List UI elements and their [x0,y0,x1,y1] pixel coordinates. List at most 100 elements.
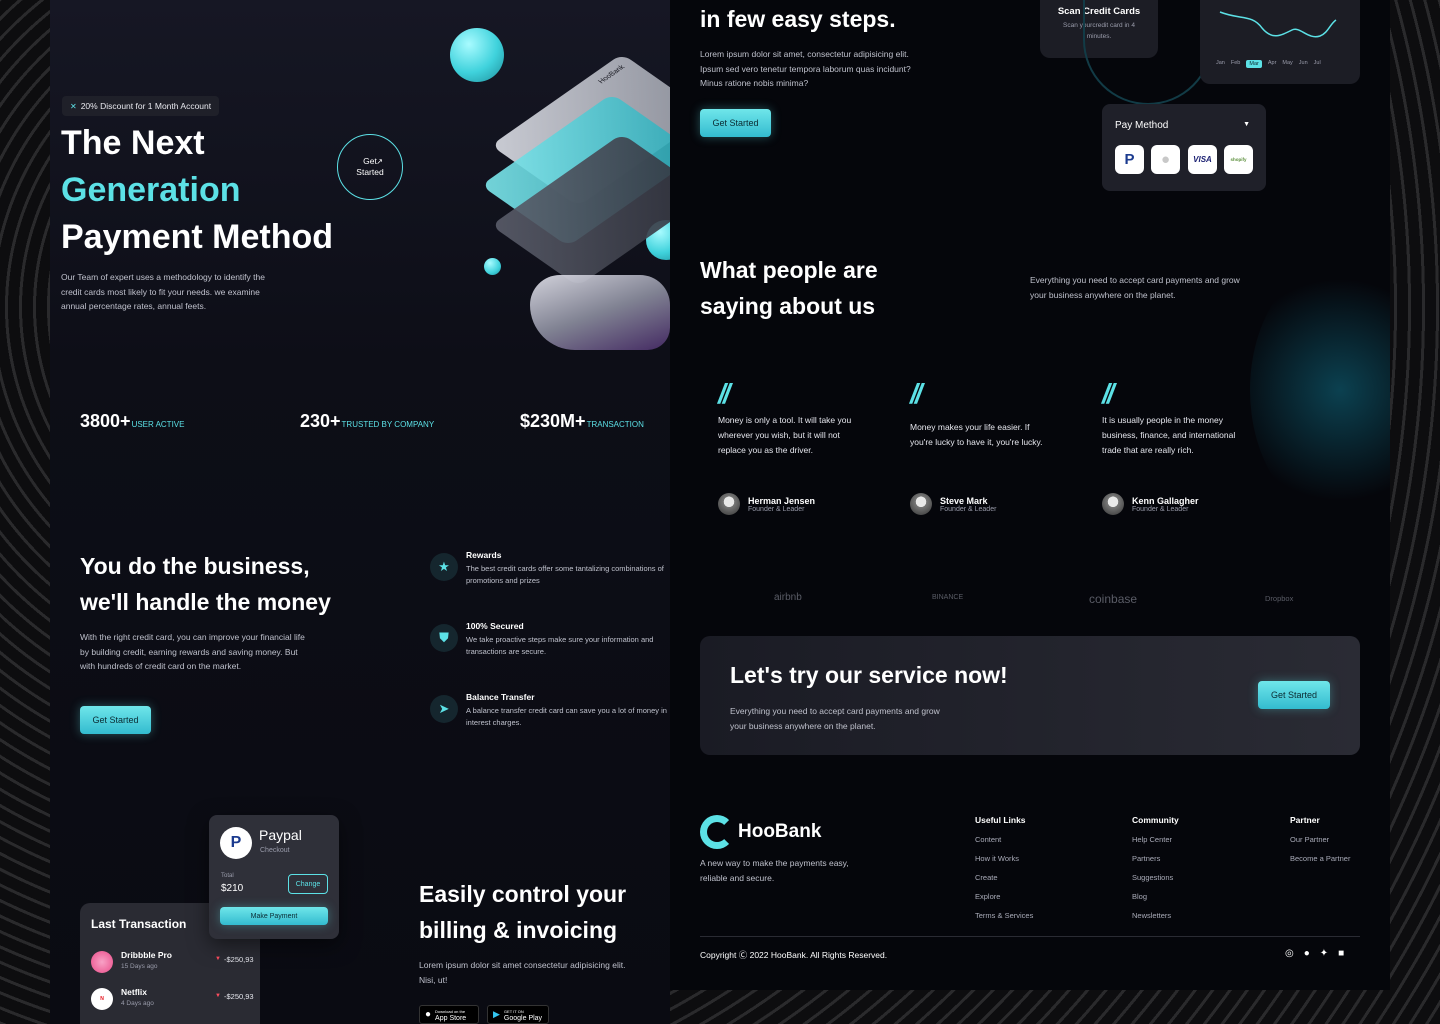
testimonial-text: Money is only a tool. It will take you w… [718,415,852,455]
stat-transactions: $230M+ TRANSACTION [520,411,644,432]
months-row: Jan Feb Mar Apr May Jun Jul [1216,60,1321,68]
month-label[interactable]: Mar [1246,60,1262,68]
app-store-button[interactable]: ● Download on the App Store [419,1005,479,1024]
cta-description: Everything you need to accept card payme… [730,706,940,731]
footer-link[interactable]: Explore [975,892,1033,901]
author-role: Founder & Leader [940,505,997,513]
send-icon: ➤ [430,695,458,723]
hero-title-line3: Payment Method [61,218,334,256]
month-label[interactable]: Jul [1314,60,1321,68]
footer-column-title: Partner [1290,815,1320,825]
author-name: Herman Jensen [748,495,816,506]
hero-title-line1: The Next [61,124,205,162]
transaction-row[interactable]: Dribbble Pro 15 Days ago ▼ -$250,93 [91,949,261,975]
app-store-small-text: Download on the [435,1008,466,1014]
feature-balance-desc: A balance transfer credit card can save … [466,706,667,727]
app-store-text: App Store [435,1014,467,1022]
footer-link[interactable]: Create [975,873,1033,882]
apple-icon: ● [425,1009,432,1020]
facebook-icon[interactable]: ● [1304,948,1310,959]
footer-social: ◎ ● ✦ ■ [1285,948,1344,959]
footer-link[interactable]: Newsletters [1132,911,1179,920]
twitter-icon[interactable]: ✦ [1320,948,1328,959]
glow-decoration [1250,260,1390,520]
pay-method-widget: Pay Method ▼ P ● VISA shopify [1102,104,1266,191]
linkedin-icon[interactable]: ■ [1338,948,1344,959]
google-play-small-text: GET IT ON [503,1008,524,1014]
month-label[interactable]: Jan [1216,60,1225,68]
mini-chart-line [1219,11,1337,38]
footer-link[interactable]: How it Works [975,854,1033,863]
partner-logo-dropbox: Dropbox [1265,594,1294,603]
footer-logo[interactable]: HooBank [700,815,821,849]
steps-description: Lorem ipsum dolor sit amet, consectetur … [700,49,911,88]
feature-balance-transfer: ➤ Balance Transfer A balance transfer cr… [430,692,670,742]
business-title-line1: You do the business, [80,553,310,579]
testimonials-title-line1: What people are [700,257,878,283]
transaction-row[interactable]: N Netflix 4 Days ago ▼ -$250,93 [91,986,261,1012]
footer-tagline: A new way to make the payments easy, rel… [700,858,849,883]
footer-link[interactable]: Terms & Services [975,911,1033,920]
month-label[interactable]: Jun [1299,60,1308,68]
testimonials-title-line2: saying about us [700,293,876,319]
total-label: Total [221,873,234,879]
stat-companies-value: 230+ [300,411,341,431]
testimonial-text: Money makes your life easier. If you're … [910,422,1043,447]
hoobank-logo-icon [700,815,734,849]
stat-users-label: USER ACTIVE [131,420,185,429]
avatar [910,493,932,515]
footer-link[interactable]: Our Partner [1290,835,1350,844]
footer-column-title: Community [1132,815,1179,825]
steps-get-started-button[interactable]: Get Started [700,109,771,137]
footer-link[interactable]: Help Center [1132,835,1179,844]
stat-companies-label: TRUSTED BY COMPANY [341,420,435,429]
left-panel: ✕ 20% Discount for 1 Month Account The N… [50,0,670,1024]
make-payment-button[interactable]: Make Payment [220,907,328,925]
feature-rewards-desc: The best credit cards offer some tantali… [466,564,664,585]
testimonial-card: // Money is only a tool. It will take yo… [718,378,858,515]
business-title-line2: we'll handle the money [80,589,331,615]
cta-get-started-button[interactable]: Get Started [1258,681,1330,709]
down-arrow-icon: ▼ [215,956,221,962]
stat-transactions-value: $230M+ [520,411,586,431]
mini-chart-widget: Jan Feb Mar Apr May Jun Jul [1200,0,1360,84]
feature-rewards-title: Rewards [466,550,502,560]
robot-hand-illustration [530,275,670,350]
quote-icon: // [1102,378,1115,409]
testimonial-author: Kenn Gallagher Founder & Leader [1102,493,1247,515]
month-label[interactable]: May [1282,60,1292,68]
discount-badge[interactable]: ✕ 20% Discount for 1 Month Account [62,96,220,116]
google-play-icon: ▶ [493,1009,500,1019]
feature-balance-title: Balance Transfer [466,692,535,702]
instagram-icon[interactable]: ◎ [1285,948,1294,959]
month-label[interactable]: Feb [1231,60,1240,68]
hero-title-line2: Generation [61,171,241,209]
business-description: With the right credit card, you can impr… [80,632,305,671]
change-button[interactable]: Change [288,874,328,894]
get-started-circle-button[interactable]: Get Started ↗ [337,134,403,200]
footer-link[interactable]: Blog [1132,892,1179,901]
footer-link[interactable]: Partners [1132,854,1179,863]
footer-link[interactable]: Content [975,835,1033,844]
cta-banner: Let's try our service now! Everything yo… [700,636,1360,755]
visa-icon[interactable]: VISA [1188,145,1217,174]
footer-link[interactable]: Suggestions [1132,873,1179,882]
business-get-started-button[interactable]: Get Started [80,706,151,734]
footer-brand: HooBank [738,821,822,842]
billing-title-line1: Easily control your [419,881,627,907]
feature-secured: ⛊ 100% Secured We take proactive steps m… [430,621,670,671]
google-play-button[interactable]: ▶ GET IT ON Google Play [487,1005,549,1024]
apple-pay-icon[interactable]: ● [1151,145,1180,174]
footer-link[interactable]: Become a Partner [1290,854,1350,863]
shopify-icon[interactable]: shopify [1224,145,1253,174]
author-name: Steve Mark [940,495,988,506]
testimonial-card: // It is usually people in the money bus… [1102,378,1247,515]
paypal-checkout-card: P Paypal Checkout Total $210 Change Make… [209,815,339,939]
right-panel: in few easy steps. Lorem ipsum dolor sit… [670,0,1390,990]
transaction-time: 4 Days ago [121,1000,154,1007]
avatar [718,493,740,515]
month-label[interactable]: Apr [1268,60,1277,68]
down-arrow-icon: ▼ [215,993,221,999]
chevron-down-icon[interactable]: ▼ [1243,121,1250,128]
paypal-method-icon[interactable]: P [1115,145,1144,174]
